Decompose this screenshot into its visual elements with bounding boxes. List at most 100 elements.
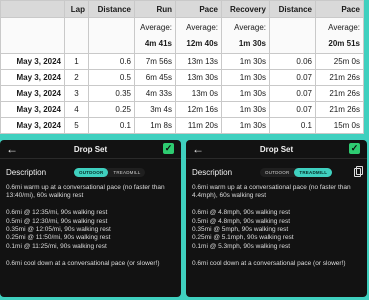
recovery-cell[interactable]: 1m 30s [221, 117, 270, 134]
description-row: Description OUTDOOR TREADMILL [186, 164, 367, 180]
distance-cell[interactable]: 0.25 [88, 101, 135, 118]
table-row: May 3, 2024 3 0.35 4m 33s 13m 0s 1m 30s … [0, 85, 364, 102]
header-distance-2[interactable]: Distance [269, 0, 316, 18]
lap-table: Lap Distance Run Pace Recovery Distance … [0, 0, 364, 134]
date-cell[interactable]: May 3, 2024 [0, 53, 65, 70]
run-cell[interactable]: 1m 8s [134, 117, 176, 134]
average-recovery: 1m 30s [238, 38, 266, 48]
average-run-cell[interactable]: Average: 4m 41s [134, 17, 176, 54]
toggle-treadmill[interactable]: TREADMILL [294, 167, 333, 177]
date-cell[interactable]: May 3, 2024 [0, 117, 65, 134]
line-cooldown: 0.6mi cool down at a conversational pace… [192, 259, 346, 267]
distance-2-cell[interactable]: 0.07 [269, 85, 316, 102]
line-interval: 0.5mi @ 4.8mph, 90s walking rest [192, 217, 291, 225]
arrow-left-icon[interactable]: ← [192, 142, 204, 156]
line-interval: 0.1mi @ 11:25/mi, 90s walking rest [6, 242, 107, 250]
table-row: May 3, 2024 1 0.6 7m 56s 13m 13s 1m 30s … [0, 53, 364, 70]
description-text[interactable]: 0.6mi warm up at a conversational pace (… [0, 180, 181, 268]
average-label: Average: [186, 22, 218, 32]
divider [0, 158, 181, 159]
lap-cell[interactable]: 1 [64, 53, 89, 70]
line-interval: 0.25mi @ 5.1mph, 90s walking rest [192, 234, 294, 242]
pace-cell[interactable]: 13m 13s [175, 53, 222, 70]
distance-cell[interactable]: 0.6 [88, 53, 135, 70]
line-interval: 0.5mi @ 12:30/mi, 90s walking rest [6, 217, 108, 225]
header-lap[interactable]: Lap [64, 0, 89, 18]
line-interval: 0.1mi @ 5.3mph, 90s walking rest [192, 242, 291, 250]
header-pace[interactable]: Pace [175, 0, 222, 18]
header-distance[interactable]: Distance [88, 0, 135, 18]
pace-2-cell[interactable]: 21m 26s [315, 85, 364, 102]
lap-cell[interactable]: 2 [64, 69, 89, 86]
pace-2-cell[interactable]: 21m 26s [315, 69, 364, 86]
divider [186, 158, 367, 159]
line-warmup: 0.6mi warm up at a conversational pace (… [6, 184, 165, 200]
toggle-treadmill[interactable]: TREADMILL [108, 168, 145, 177]
description-label: Description [192, 167, 233, 177]
average-pace2-cell[interactable]: Average: 20m 51s [315, 17, 364, 54]
header-cell [0, 0, 65, 18]
average-pace-2: 20m 51s [328, 38, 360, 48]
checkbox-checked-icon[interactable]: ✓ [349, 143, 360, 154]
distance-cell[interactable]: 0.35 [88, 85, 135, 102]
pace-cell[interactable]: 13m 0s [175, 85, 222, 102]
run-cell[interactable]: 4m 33s [134, 85, 176, 102]
line-interval: 0.6mi @ 4.8mph, 90s walking rest [192, 209, 291, 217]
header-pace-2[interactable]: Pace [315, 0, 364, 18]
run-cell[interactable]: 7m 56s [134, 53, 176, 70]
distance-2-cell[interactable]: 0.07 [269, 69, 316, 86]
line-interval: 0.25mi @ 11:50/mi, 90s walking rest [6, 234, 111, 242]
line-cooldown: 0.6mi cool down at a conversational pace… [6, 259, 160, 267]
date-cell[interactable]: May 3, 2024 [0, 101, 65, 118]
lap-cell[interactable]: 3 [64, 85, 89, 102]
mode-toggle[interactable]: OUTDOOR TREADMILL [260, 167, 333, 177]
date-cell[interactable]: May 3, 2024 [0, 85, 65, 102]
line-interval: 0.35mi @ 5mph, 90s walking rest [192, 226, 289, 234]
checkbox-checked-icon[interactable]: ✓ [163, 143, 174, 154]
average-row: Average: 4m 41s Average: 12m 40s Average… [0, 17, 364, 54]
pace-2-cell[interactable]: 21m 26s [315, 101, 364, 118]
distance-cell[interactable]: 0.5 [88, 69, 135, 86]
table-row: May 3, 2024 4 0.25 3m 4s 12m 16s 1m 30s … [0, 101, 364, 118]
description-label: Description [6, 167, 47, 177]
run-cell[interactable]: 3m 4s [134, 101, 176, 118]
average-run: 4m 41s [144, 38, 172, 48]
pace-2-cell[interactable]: 15m 0s [315, 117, 364, 134]
pace-cell[interactable]: 13m 30s [175, 69, 222, 86]
header-row: Lap Distance Run Pace Recovery Distance … [0, 0, 364, 18]
line-warmup: 0.6mi warm up at a conversational pace (… [192, 184, 351, 200]
average-recovery-cell[interactable]: Average: 1m 30s [221, 17, 270, 54]
distance-2-cell[interactable]: 0.1 [269, 117, 316, 134]
description-row: Description OUTDOOR TREADMILL [0, 164, 181, 180]
pace-2-cell[interactable]: 25m 0s [315, 53, 364, 70]
average-pace-cell[interactable]: Average: 12m 40s [175, 17, 222, 54]
description-text[interactable]: 0.6mi warm up at a conversational pace (… [186, 180, 367, 268]
toggle-outdoor[interactable]: OUTDOOR [260, 168, 294, 177]
toggle-outdoor[interactable]: OUTDOOR [74, 167, 109, 177]
top-bar: ← Drop Set ✓ [0, 140, 181, 158]
distance-cell[interactable]: 0.1 [88, 117, 135, 134]
arrow-left-icon[interactable]: ← [6, 142, 18, 156]
date-cell[interactable]: May 3, 2024 [0, 69, 65, 86]
run-cell[interactable]: 6m 45s [134, 69, 176, 86]
recovery-cell[interactable]: 1m 30s [221, 101, 270, 118]
mode-toggle[interactable]: OUTDOOR TREADMILL [74, 167, 146, 177]
lap-cell[interactable]: 5 [64, 117, 89, 134]
page-title: Drop Set [259, 144, 294, 154]
recovery-cell[interactable]: 1m 30s [221, 69, 270, 86]
line-interval: 0.35mi @ 12:05/mi, 90s walking rest [6, 226, 111, 234]
average-label: Average: [234, 22, 266, 32]
average-label: Average: [328, 22, 360, 32]
distance-2-cell[interactable]: 0.06 [269, 53, 316, 70]
pace-cell[interactable]: 11m 20s [175, 117, 222, 134]
average-pace: 12m 40s [186, 38, 218, 48]
distance-2-cell[interactable]: 0.07 [269, 101, 316, 118]
copy-icon[interactable] [354, 165, 363, 177]
lap-cell[interactable]: 4 [64, 101, 89, 118]
pace-cell[interactable]: 12m 16s [175, 101, 222, 118]
drop-set-panel-treadmill: ← Drop Set ✓ Description OUTDOOR TREADMI… [186, 140, 367, 297]
recovery-cell[interactable]: 1m 30s [221, 85, 270, 102]
header-recovery[interactable]: Recovery [221, 0, 270, 18]
header-run[interactable]: Run [134, 0, 176, 18]
recovery-cell[interactable]: 1m 30s [221, 53, 270, 70]
